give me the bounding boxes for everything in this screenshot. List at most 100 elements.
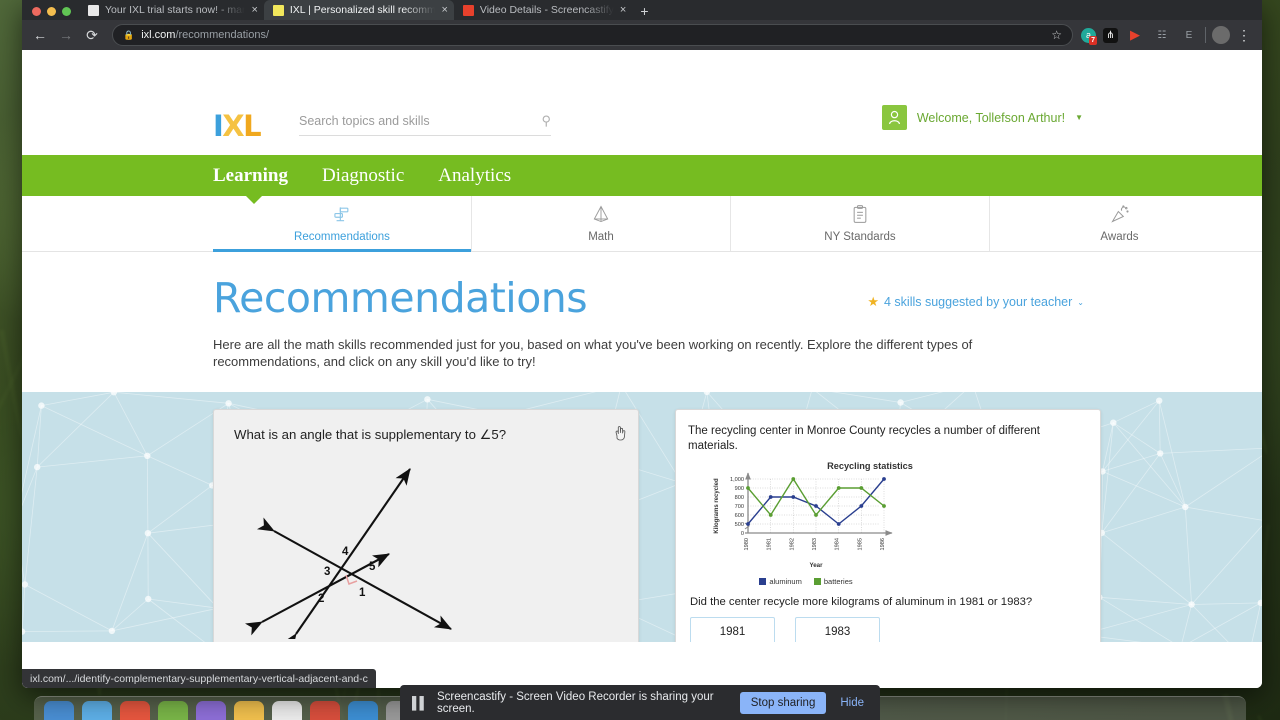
subnav-item-awards[interactable]: Awards xyxy=(990,196,1249,251)
edpuzzle-extension-icon[interactable]: E xyxy=(1179,25,1199,45)
svg-text:1983: 1983 xyxy=(812,538,818,550)
browser-toolbar: ← → ⟳ 🔒 ixl.com/recommendations/ ☆ a 7 ⋔ ▶ ☷… xyxy=(22,20,1262,50)
subnav-item-recommendations[interactable]: Recommendations xyxy=(213,196,472,252)
main-nav: Learning Diagnostic Analytics xyxy=(22,155,1262,204)
subnav-label: Recommendations xyxy=(294,231,390,243)
dock-app-icon[interactable] xyxy=(310,701,340,720)
chevron-down-icon[interactable]: ▼ xyxy=(1075,113,1083,122)
lock-icon: 🔒 xyxy=(123,29,135,40)
window-maximize-button[interactable] xyxy=(62,7,71,16)
browser-menu-icon[interactable]: ⋮ xyxy=(1232,23,1256,47)
window-traffic-lights[interactable] xyxy=(22,7,79,20)
profile-avatar[interactable] xyxy=(1212,26,1230,44)
recommendation-card-angle[interactable]: What is an angle that is supplementary t… xyxy=(213,409,639,643)
window-close-button[interactable] xyxy=(32,7,41,16)
url-domain: ixl.com xyxy=(141,29,176,41)
svg-text:1985: 1985 xyxy=(857,538,863,550)
dock-app-icon[interactable] xyxy=(82,701,112,720)
browser-tab[interactable]: Video Details - Screencastify × xyxy=(454,0,632,20)
page-content: IXL Search topics and skills ⚲ Welcome, … xyxy=(22,50,1262,688)
extensions-puzzle-icon[interactable]: ☷ xyxy=(1152,25,1172,45)
chart-plot: 0 500 600 700 800 900 1,000 1980 1981 1982 1983 198… xyxy=(708,471,898,586)
stop-sharing-button[interactable]: Stop sharing xyxy=(739,691,827,714)
tab-close-icon[interactable]: × xyxy=(620,4,626,16)
tab-close-icon[interactable]: × xyxy=(251,4,257,16)
svg-text:4: 4 xyxy=(342,546,349,558)
reload-icon[interactable]: ⟳ xyxy=(80,23,104,47)
svg-text:800: 800 xyxy=(735,495,744,501)
subnav-label: Awards xyxy=(1100,231,1139,243)
chart-answer-options: 1981 1983 xyxy=(676,617,1100,643)
chevron-down-icon[interactable]: ⌄ xyxy=(1077,298,1084,307)
search-icon[interactable]: ⚲ xyxy=(541,113,551,129)
svg-text:1981: 1981 xyxy=(767,538,773,550)
nav-item-analytics[interactable]: Analytics xyxy=(438,165,511,187)
nav-item-learning[interactable]: Learning xyxy=(213,165,288,187)
browser-window: Your IXL trial starts now! - mar × IXL | P… xyxy=(22,0,1262,688)
answer-option-1981[interactable]: 1981 xyxy=(690,617,775,643)
signpost-icon xyxy=(332,204,352,229)
user-avatar-icon xyxy=(881,105,907,130)
address-bar[interactable]: 🔒 ixl.com/recommendations/ ☆ xyxy=(112,24,1073,46)
hide-button[interactable]: Hide xyxy=(836,697,868,709)
grammarly-extension-icon[interactable]: a7 xyxy=(1081,27,1097,45)
chart-question-text: Did the center recycle more kilograms of… xyxy=(690,596,1033,608)
forward-icon[interactable]: → xyxy=(54,23,78,47)
teacher-suggestions-label: 4 skills suggested by your teacher xyxy=(884,295,1073,309)
angle-question-text: What is an angle that is supplementary t… xyxy=(234,427,507,443)
svg-text:0: 0 xyxy=(741,531,744,537)
tab-close-icon[interactable]: × xyxy=(441,4,447,16)
svg-text:1: 1 xyxy=(359,587,366,599)
star-icon[interactable]: ☆ xyxy=(1051,28,1062,42)
subnav-label: NY Standards xyxy=(824,231,896,243)
angle-diagram: 4 5 3 1 2 xyxy=(244,467,452,639)
dock-app-icon[interactable] xyxy=(234,701,264,720)
sub-nav: Recommendations Math NY Standards Awards xyxy=(22,196,1262,252)
legend-swatch xyxy=(759,578,767,585)
share-extension-icon[interactable]: ⋔ xyxy=(1103,27,1118,43)
search-input[interactable]: Search topics and skills ⚲ xyxy=(299,113,551,136)
legend-swatch xyxy=(813,578,821,585)
subnav-item-ny-standards[interactable]: NY Standards xyxy=(731,196,990,251)
browser-tab-strip: Your IXL trial starts now! - mar × IXL | P… xyxy=(22,0,1262,20)
window-minimize-button[interactable] xyxy=(47,7,56,16)
dock-app-icon[interactable] xyxy=(158,701,188,720)
nav-item-diagnostic[interactable]: Diagnostic xyxy=(322,165,404,187)
teacher-suggestions-dropdown[interactable]: ★ 4 skills suggested by your teacher ⌄ xyxy=(867,294,1084,310)
recommendation-card-chart[interactable]: The recycling center in Monroe County re… xyxy=(675,409,1101,643)
browser-tab[interactable]: Your IXL trial starts now! - mar × xyxy=(79,0,264,20)
chart-legend: aluminum batteries xyxy=(714,577,898,586)
screencastify-extension-icon[interactable]: ▶ xyxy=(1125,25,1145,45)
subnav-label: Math xyxy=(588,231,614,243)
dock-app-icon[interactable] xyxy=(120,701,150,720)
back-icon[interactable]: ← xyxy=(28,23,52,47)
legend-label: aluminum xyxy=(769,577,802,586)
svg-text:1984: 1984 xyxy=(835,538,841,550)
user-menu[interactable]: Welcome, Tollefson Arthur! ▼ xyxy=(881,105,1083,130)
dock-app-icon[interactable] xyxy=(196,701,226,720)
svg-text:700: 700 xyxy=(735,504,744,510)
ixl-icon xyxy=(272,4,284,16)
toolbar-divider xyxy=(1205,27,1206,43)
screenshare-notification-bar: ▌▌ Screencastify - Screen Video Recorder… xyxy=(400,685,880,720)
new-tab-button[interactable]: + xyxy=(632,4,658,20)
url-text: ixl.com/recommendations/ xyxy=(141,29,269,41)
url-path: /recommendations/ xyxy=(175,29,269,41)
svg-text:1982: 1982 xyxy=(789,538,795,550)
svg-text:1980: 1980 xyxy=(744,538,750,550)
dock-app-icon[interactable] xyxy=(272,701,302,720)
recommendation-cards-area: What is an angle that is supplementary t… xyxy=(22,392,1262,643)
tab-title: IXL | Personalized skill recomm xyxy=(289,4,436,16)
subnav-item-math[interactable]: Math xyxy=(472,196,731,251)
svg-text:900: 900 xyxy=(735,486,744,492)
legend-item: batteries xyxy=(813,577,853,586)
browser-tab[interactable]: IXL | Personalized skill recomm × xyxy=(263,0,454,20)
dock-app-icon[interactable] xyxy=(44,701,74,720)
answer-option-1983[interactable]: 1983 xyxy=(795,617,880,643)
dock-app-icon[interactable] xyxy=(348,701,378,720)
pause-icon[interactable]: ▌▌ xyxy=(412,696,428,710)
ixl-logo[interactable]: IXL xyxy=(213,112,262,141)
chart-prompt-text: The recycling center in Monroe County re… xyxy=(688,425,1040,452)
pyramid-icon xyxy=(591,204,611,229)
browser-status-bar: ixl.com/.../identify-complementary-suppl… xyxy=(22,669,376,688)
